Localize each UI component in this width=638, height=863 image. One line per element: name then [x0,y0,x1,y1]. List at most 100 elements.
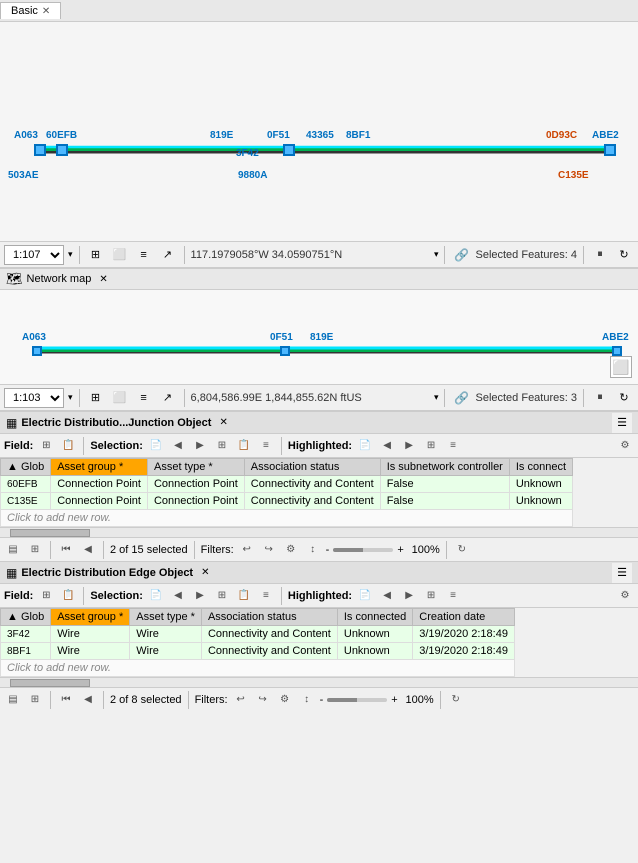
edge-first-btn[interactable]: ⏮ [57,691,75,709]
edge-hi-btn5[interactable]: ≡ [444,587,462,605]
edge-field-btn2[interactable]: 📋 [59,587,77,605]
map2-box-abe2[interactable] [612,346,622,356]
junction-filter-btn2[interactable]: ↪ [260,541,278,559]
map2-arrow-btn[interactable]: ↗ [158,388,178,408]
edge-th-assoc-status[interactable]: Association status [201,609,337,626]
junction-filter-btn1[interactable]: ↩ [238,541,256,559]
edge-hscroll-thumb[interactable] [10,679,90,687]
junction-th-is-connect[interactable]: Is connect [509,459,572,476]
mini-map-icon[interactable]: ⬜ [610,356,632,378]
junction-refresh-btn[interactable]: ↻ [453,541,471,559]
node-box-a063[interactable] [34,144,46,156]
junction-sel-btn1[interactable]: 📄 [147,437,165,455]
node-box-abe2[interactable] [604,144,616,156]
edge-zoom-plus[interactable]: + [391,694,397,706]
junction-sel-btn2[interactable]: ◀ [169,437,187,455]
edge-panel-close[interactable]: ✕ [201,567,209,578]
junction-th-glob[interactable]: ▲ Glob [1,459,51,476]
junction-th-assoc-status[interactable]: Association status [244,459,380,476]
junction-hi-btn5[interactable]: ≡ [444,437,462,455]
junction-sel-btn6[interactable]: ≡ [257,437,275,455]
edge-settings-btn[interactable]: ⚙ [616,587,634,605]
edge-filter-btn3[interactable]: ⚙ [276,691,294,709]
map1-coords-chevron[interactable]: ▾ [434,249,439,260]
edge-th-asset-group[interactable]: Asset group * [51,609,130,626]
junction-first-btn[interactable]: ⏮ [57,541,75,559]
junction-settings-btn[interactable]: ⚙ [616,437,634,455]
edge-layout-btn[interactable]: ▤ [4,691,22,709]
junction-panel-menu-btn[interactable]: ☰ [612,413,632,433]
network-map-close-btn[interactable]: ✕ [99,274,107,285]
map1-select-btn[interactable]: ⬜ [110,245,130,265]
map1-list-btn[interactable]: ≡ [134,245,154,265]
edge-filter-btn1[interactable]: ↩ [232,691,250,709]
junction-filter-btn3[interactable]: ⚙ [282,541,300,559]
junction-th-asset-group[interactable]: Asset group * [51,459,148,476]
node-box-0f51[interactable] [283,144,295,156]
tab-basic-close[interactable]: ✕ [42,6,50,17]
edge-hi-btn1[interactable]: 📄 [356,587,374,605]
map1-refresh-btn[interactable]: ↻ [614,245,634,265]
tab-basic[interactable]: Basic ✕ [0,2,61,19]
map2-list-btn[interactable]: ≡ [134,388,154,408]
junction-th-is-subnetwork[interactable]: Is subnetwork controller [380,459,509,476]
edge-panel-menu-btn[interactable]: ☰ [612,563,632,583]
edge-row-0[interactable]: 3F42 Wire Wire Connectivity and Content … [1,626,515,643]
junction-hi-btn1[interactable]: 📄 [356,437,374,455]
junction-expand-btn[interactable]: ⊞ [26,541,44,559]
node-box-60efb[interactable] [56,144,68,156]
junction-add-row[interactable]: Click to add new row. [1,510,573,527]
map2-select-btn[interactable]: ⬜ [110,388,130,408]
map1-arrow-btn[interactable]: ↗ [158,245,178,265]
junction-hscroll-thumb[interactable] [10,529,90,537]
edge-sel-btn5[interactable]: 📋 [235,587,253,605]
edge-hi-btn2[interactable]: ◀ [378,587,396,605]
map2-pause-btn[interactable]: ⏸ [590,388,610,408]
edge-expand-btn[interactable]: ⊞ [26,691,44,709]
edge-hscroll[interactable] [0,677,638,687]
junction-sel-btn4[interactable]: ⊞ [213,437,231,455]
edge-hi-btn4[interactable]: ⊞ [422,587,440,605]
edge-sel-btn6[interactable]: ≡ [257,587,275,605]
junction-sel-btn5[interactable]: 📋 [235,437,253,455]
junction-layout-btn[interactable]: ▤ [4,541,22,559]
map2-box-a063[interactable] [32,346,42,356]
edge-sel-btn4[interactable]: ⊞ [213,587,231,605]
junction-zoom-minus[interactable]: - [326,544,330,556]
edge-filter-btn4[interactable]: ↕ [298,691,316,709]
edge-th-creation-date[interactable]: Creation date [413,609,515,626]
junction-sel-btn3[interactable]: ▶ [191,437,209,455]
junction-filter-btn4[interactable]: ↕ [304,541,322,559]
edge-th-asset-type[interactable]: Asset type * [130,609,202,626]
edge-hi-btn3[interactable]: ▶ [400,587,418,605]
map2-coords-chevron[interactable]: ▾ [434,392,439,403]
edge-filter-btn2[interactable]: ↪ [254,691,272,709]
junction-field-btn1[interactable]: ⊞ [37,437,55,455]
map1-zoom-select[interactable]: 1:107 [4,245,64,265]
junction-zoom-slider[interactable] [333,548,393,552]
edge-prev-btn[interactable]: ◀ [79,691,97,709]
junction-field-btn2[interactable]: 📋 [59,437,77,455]
edge-add-row[interactable]: Click to add new row. [1,660,515,677]
junction-hi-btn3[interactable]: ▶ [400,437,418,455]
map1-grid-btn[interactable]: ⊞ [86,245,106,265]
junction-row-1[interactable]: C135E Connection Point Connection Point … [1,493,573,510]
map2-zoom-select[interactable]: 1:103 [4,388,64,408]
edge-th-is-connected[interactable]: Is connected [337,609,412,626]
map1-pause-btn[interactable]: ⏸ [590,245,610,265]
junction-row-0[interactable]: 60EFB Connection Point Connection Point … [1,476,573,493]
map2-refresh-btn[interactable]: ↻ [614,388,634,408]
junction-panel-close[interactable]: ✕ [219,417,227,428]
edge-sel-btn1[interactable]: 📄 [147,587,165,605]
edge-zoom-slider[interactable] [327,698,387,702]
junction-hscroll[interactable] [0,527,638,537]
map2-box-0f51[interactable] [280,346,290,356]
edge-field-btn1[interactable]: ⊞ [37,587,55,605]
edge-zoom-minus[interactable]: - [320,694,324,706]
edge-th-glob[interactable]: ▲ Glob [1,609,51,626]
junction-zoom-plus[interactable]: + [397,544,403,556]
junction-hi-btn2[interactable]: ◀ [378,437,396,455]
edge-refresh-btn[interactable]: ↻ [447,691,465,709]
junction-prev-btn[interactable]: ◀ [79,541,97,559]
junction-hi-btn4[interactable]: ⊞ [422,437,440,455]
